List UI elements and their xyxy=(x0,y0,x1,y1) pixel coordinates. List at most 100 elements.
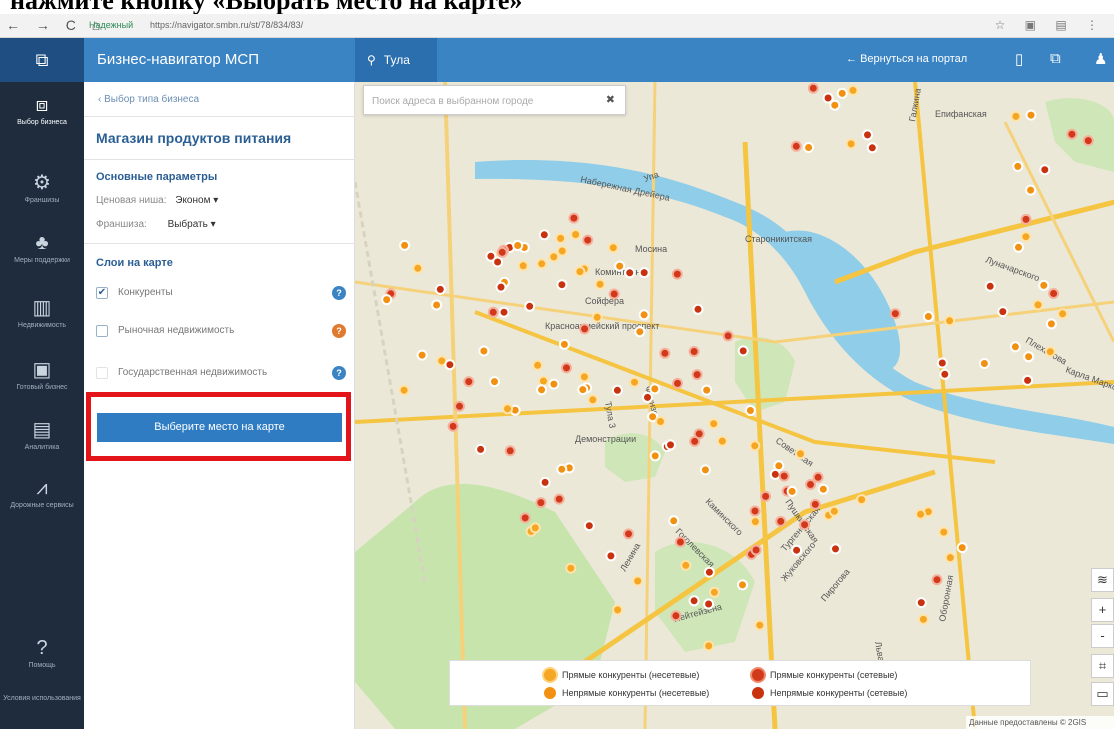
competitor-marker[interactable] xyxy=(548,251,560,263)
competitor-marker[interactable] xyxy=(555,232,567,244)
franchise-select[interactable]: Выбрать ▾ xyxy=(168,219,216,230)
competitor-marker[interactable] xyxy=(556,245,568,257)
competitor-marker[interactable] xyxy=(642,391,653,403)
competitor-marker[interactable] xyxy=(498,306,510,318)
competitor-marker[interactable] xyxy=(799,519,811,531)
competitor-marker[interactable] xyxy=(536,384,548,396)
layer-checkbox[interactable] xyxy=(96,325,108,337)
competitor-marker[interactable] xyxy=(668,515,680,527)
competitor-marker[interactable] xyxy=(1022,374,1034,386)
competitor-marker[interactable] xyxy=(691,369,703,381)
competitor-marker[interactable] xyxy=(502,403,513,415)
competitor-marker[interactable] xyxy=(750,544,762,556)
competitor-marker[interactable] xyxy=(553,493,565,505)
competitor-marker[interactable] xyxy=(574,266,586,278)
competitor-marker[interactable] xyxy=(638,309,650,321)
competitor-marker[interactable] xyxy=(1045,318,1057,330)
competitor-marker[interactable] xyxy=(997,306,1009,318)
competitor-marker[interactable] xyxy=(582,234,594,246)
competitor-marker[interactable] xyxy=(519,512,531,524)
competitor-marker[interactable] xyxy=(623,528,634,540)
competitor-marker[interactable] xyxy=(504,445,516,457)
competitor-marker[interactable] xyxy=(790,140,802,152)
competitor-marker[interactable] xyxy=(447,420,459,432)
competitor-marker[interactable] xyxy=(529,522,541,534)
layers-toggle-icon[interactable]: ≋ xyxy=(1091,568,1114,592)
competitor-marker[interactable] xyxy=(431,299,443,311)
competitor-marker[interactable] xyxy=(607,242,619,254)
competitor-marker[interactable] xyxy=(1010,110,1022,122)
app-logo-icon[interactable]: ⧉ xyxy=(0,38,84,82)
competitor-marker[interactable] xyxy=(822,92,834,104)
competitor-marker[interactable] xyxy=(830,543,841,555)
competitor-marker[interactable] xyxy=(845,138,857,150)
competitor-marker[interactable] xyxy=(495,281,507,293)
competitor-marker[interactable] xyxy=(434,283,446,295)
competitor-marker[interactable] xyxy=(548,378,560,390)
address-search-input[interactable] xyxy=(372,93,592,109)
sidebar-item-help[interactable]: ? Помощь xyxy=(0,637,84,670)
clear-search-icon[interactable]: ✖ xyxy=(606,93,615,106)
competitor-marker[interactable] xyxy=(568,212,580,224)
competitor-marker[interactable] xyxy=(478,345,490,357)
competitor-marker[interactable] xyxy=(803,142,815,153)
competitor-marker[interactable] xyxy=(1038,279,1050,291)
zoom-out-button[interactable]: - xyxy=(1091,624,1114,648)
competitor-marker[interactable] xyxy=(984,280,996,292)
sidebar-item-support[interactable]: ♣ Меры поддержки xyxy=(0,232,84,265)
competitor-marker[interactable] xyxy=(629,376,640,388)
address-bar[interactable]: https://navigator.smbn.ru/st/78/834/83/ xyxy=(150,20,303,30)
competitor-marker[interactable] xyxy=(936,357,948,369)
competitor-marker[interactable] xyxy=(828,505,840,517)
competitor-marker[interactable] xyxy=(737,579,748,591)
competitor-marker[interactable] xyxy=(671,268,683,280)
competitor-marker[interactable] xyxy=(689,435,701,447)
competitor-marker[interactable] xyxy=(708,418,720,430)
layer-checkbox-checked[interactable]: ✔ xyxy=(96,287,108,299)
competitor-marker[interactable] xyxy=(749,505,761,517)
competitor-marker[interactable] xyxy=(1020,213,1032,225)
competitor-marker[interactable] xyxy=(922,311,934,322)
competitor-marker[interactable] xyxy=(938,526,950,538)
competitor-marker[interactable] xyxy=(489,376,500,388)
competitor-marker[interactable] xyxy=(561,362,572,374)
competitor-marker[interactable] xyxy=(944,552,956,564)
competitor-marker[interactable] xyxy=(416,349,428,361)
competitor-marker[interactable] xyxy=(634,326,646,338)
competitor-marker[interactable] xyxy=(944,315,956,327)
competitor-marker[interactable] xyxy=(817,483,829,495)
chat-icon[interactable]: ⧉ xyxy=(1050,50,1061,67)
competitor-marker[interactable] xyxy=(539,476,551,488)
competitor-marker[interactable] xyxy=(749,516,761,528)
competitor-marker[interactable] xyxy=(577,384,589,396)
zoom-in-button[interactable]: + xyxy=(1091,598,1114,622)
competitor-marker[interactable] xyxy=(915,597,927,609)
competitor-marker[interactable] xyxy=(1066,128,1078,140)
competitor-marker[interactable] xyxy=(716,435,728,447)
competitor-marker[interactable] xyxy=(862,129,873,141)
competitor-marker[interactable] xyxy=(538,375,549,387)
competitor-marker[interactable] xyxy=(703,598,715,610)
competitor-marker[interactable] xyxy=(558,338,570,350)
competitor-marker[interactable] xyxy=(1082,135,1094,147)
competitor-marker[interactable] xyxy=(638,267,650,279)
competitor-marker[interactable] xyxy=(917,613,929,625)
competitor-marker[interactable] xyxy=(594,278,606,290)
ruler-icon[interactable]: ▭ xyxy=(1091,682,1114,706)
layer-market-real-estate[interactable]: Рыночная недвижимость ? xyxy=(96,323,346,341)
competitor-marker[interactable] xyxy=(812,471,824,483)
select-place-on-map-button[interactable]: Выберите место на карте xyxy=(97,413,342,442)
competitor-marker[interactable] xyxy=(1020,231,1032,243)
competitor-marker[interactable] xyxy=(680,559,692,571)
competitor-marker[interactable] xyxy=(659,347,671,359)
help-question-icon[interactable]: ? xyxy=(332,286,346,300)
competitor-marker[interactable] xyxy=(1039,164,1051,176)
competitor-marker[interactable] xyxy=(496,246,508,258)
competitor-marker[interactable] xyxy=(1032,299,1044,311)
competitor-marker[interactable] xyxy=(1048,288,1060,299)
competitor-marker[interactable] xyxy=(701,384,713,396)
competitor-marker[interactable] xyxy=(805,479,816,490)
competitor-marker[interactable] xyxy=(565,562,577,574)
competitor-marker[interactable] xyxy=(536,258,548,270)
competitor-marker[interactable] xyxy=(605,550,617,562)
